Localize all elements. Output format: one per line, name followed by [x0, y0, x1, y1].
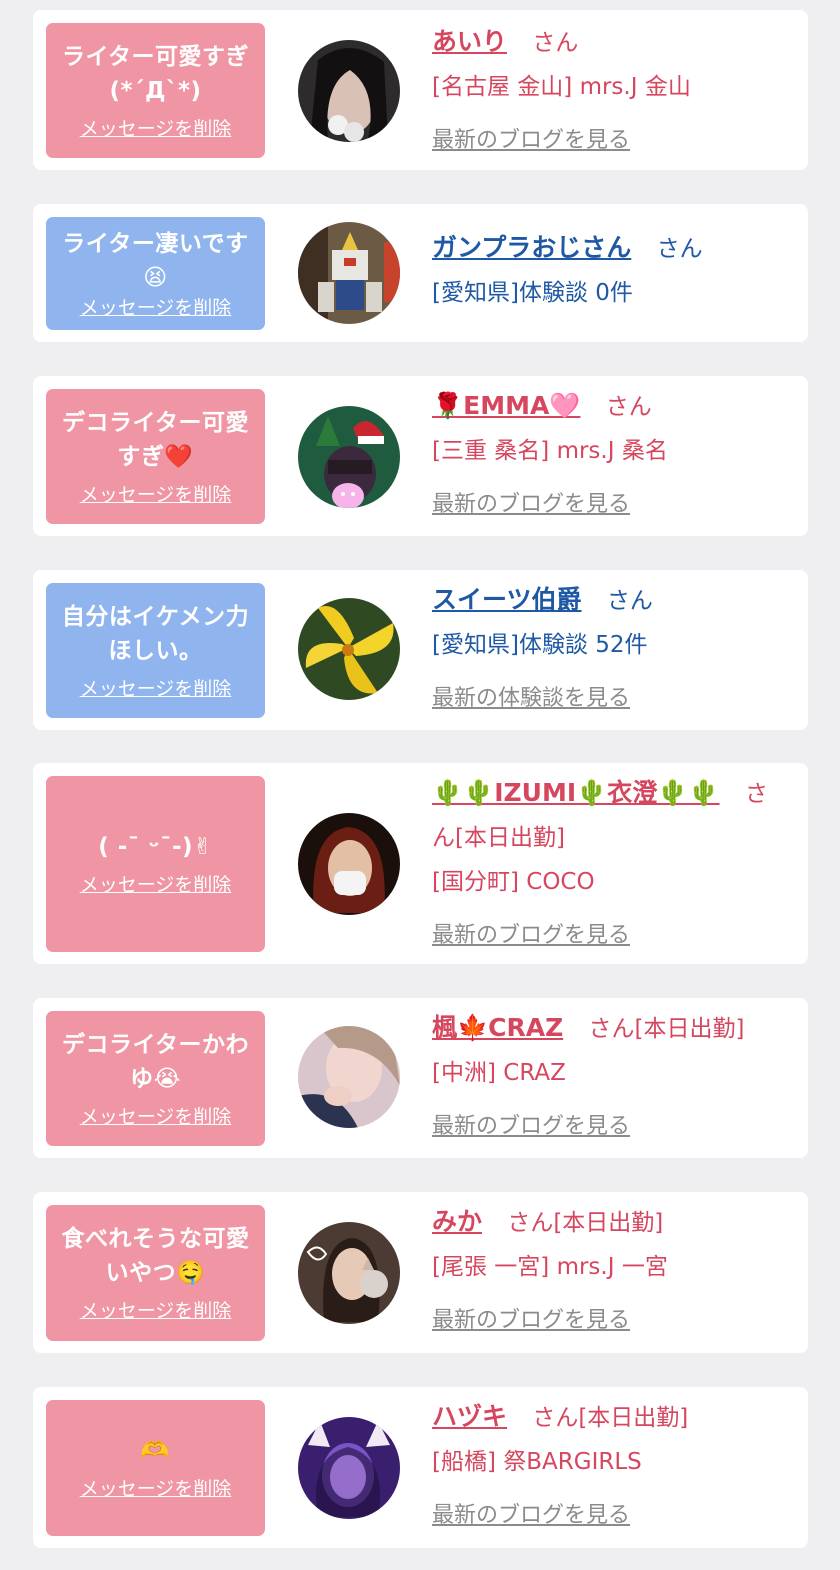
shop-info: [愛知県]体験談 0件 — [432, 280, 633, 306]
user-info: 🌹EMMA🩷 さん [三重 桑名] mrs.J 桑名 最新のブログを見る — [432, 384, 780, 527]
latest-blog-link[interactable]: 最新のブログを見る — [432, 483, 630, 527]
user-name-link[interactable]: みか — [432, 1207, 482, 1236]
delete-message-link[interactable]: メッセージを削除 — [80, 1298, 232, 1324]
avatar[interactable] — [298, 40, 400, 142]
user-name-link[interactable]: ガンプラおじさん — [432, 233, 631, 262]
shop-info: [国分町] COCO — [432, 869, 595, 895]
avatar[interactable] — [298, 598, 400, 700]
message-text: デコライター可愛すぎ❤️ — [61, 409, 250, 470]
message-text: デコライターかわゆ😭 — [61, 1031, 250, 1092]
delete-message-link[interactable]: メッセージを削除 — [80, 1476, 232, 1502]
user-info: ガンプラおじさん さん [愛知県]体験談 0件 — [432, 226, 780, 315]
user-info: 楓🍁CRAZ さん[本日出勤] [中洲] CRAZ 最新のブログを見る — [432, 1006, 780, 1149]
honorific-continued: ん[本日出勤] — [432, 825, 565, 851]
user-info: ハヅキ さん[本日出勤] [船橋] 祭BARGIRLS 最新のブログを見る — [432, 1395, 780, 1538]
latest-blog-link[interactable]: 最新のブログを見る — [432, 1299, 630, 1343]
message-card: デコライター可愛すぎ❤️ メッセージを削除 🌹EMMA🩷 さん [三重 桑名] … — [33, 376, 808, 536]
message-bubble: ライター可愛すぎ(*´Д`*) メッセージを削除 — [46, 23, 265, 158]
user-info: あいり さん [名古屋 金山] mrs.J 金山 最新のブログを見る — [432, 20, 780, 163]
honorific: さん[本日出勤] — [532, 1405, 689, 1431]
shop-info: [尾張 一宮] mrs.J 一宮 — [432, 1254, 668, 1280]
honorific: さん — [605, 394, 652, 420]
message-bubble: 🫶 メッセージを削除 — [46, 1400, 265, 1536]
honorific: さ — [744, 781, 768, 807]
user-name-link[interactable]: 楓🍁CRAZ — [432, 1013, 563, 1042]
message-text: 食べれそうな可愛いやつ🤤 — [61, 1226, 250, 1286]
delete-message-link[interactable]: メッセージを削除 — [80, 1104, 232, 1130]
latest-blog-link[interactable]: 最新のブログを見る — [432, 914, 630, 958]
honorific: さん — [532, 30, 579, 56]
message-card: 自分はイケメン力ほしい。 メッセージを削除 スイーツ伯爵 さん [愛知県]体験談… — [33, 570, 808, 730]
honorific: さん — [656, 236, 703, 262]
latest-experience-link[interactable]: 最新の体験談を見る — [432, 677, 630, 721]
avatar[interactable] — [298, 1417, 400, 1519]
message-card: ライター可愛すぎ(*´Д`*) メッセージを削除 あいり さん [名古屋 金山]… — [33, 10, 808, 170]
avatar[interactable] — [298, 406, 400, 508]
user-name-link[interactable]: 🌵🌵IZUMI🌵衣澄🌵🌵 — [432, 778, 720, 807]
shop-info: [三重 桑名] mrs.J 桑名 — [432, 438, 668, 464]
message-bubble: 自分はイケメン力ほしい。 メッセージを削除 — [46, 583, 265, 718]
latest-blog-link[interactable]: 最新のブログを見る — [432, 1494, 630, 1538]
user-name-link[interactable]: ハヅキ — [432, 1402, 507, 1431]
message-text: 🫶 — [140, 1438, 171, 1464]
message-card: 🫶 メッセージを削除 ハヅキ さん[本日出勤] [船橋] 祭BARGIRLS 最… — [33, 1387, 808, 1548]
message-bubble: 食べれそうな可愛いやつ🤤 メッセージを削除 — [46, 1205, 265, 1341]
avatar[interactable] — [298, 1222, 400, 1324]
message-card: ( -ˉ ᵕˉ-)✌ メッセージを削除 🌵🌵IZUMI🌵衣澄🌵🌵 さ ん[本日出… — [33, 763, 808, 964]
delete-message-link[interactable]: メッセージを削除 — [80, 482, 232, 508]
message-card: 食べれそうな可愛いやつ🤤 メッセージを削除 みか さん[本日出勤] [尾張 一宮… — [33, 1192, 808, 1353]
shop-info: [中洲] CRAZ — [432, 1060, 566, 1086]
user-name-link[interactable]: あいり — [432, 27, 507, 56]
message-text: ライター可愛すぎ(*´Д`*) — [61, 43, 250, 104]
delete-message-link[interactable]: メッセージを削除 — [80, 676, 232, 702]
delete-message-link[interactable]: メッセージを削除 — [80, 116, 232, 142]
user-info: 🌵🌵IZUMI🌵衣澄🌵🌵 さ ん[本日出勤] [国分町] COCO 最新のブログ… — [432, 771, 780, 958]
latest-blog-link[interactable]: 最新のブログを見る — [432, 1105, 630, 1149]
latest-blog-link[interactable]: 最新のブログを見る — [432, 119, 630, 163]
delete-message-link[interactable]: メッセージを削除 — [80, 295, 232, 321]
message-text: ( -ˉ ᵕˉ-)✌ — [98, 834, 213, 860]
message-card: ライター凄いです😫 メッセージを削除 ガンプラおじさん さん [愛知県]体験談 … — [33, 204, 808, 342]
shop-info: [愛知県]体験談 52件 — [432, 632, 648, 658]
message-bubble: ( -ˉ ᵕˉ-)✌ メッセージを削除 — [46, 776, 265, 952]
message-bubble: デコライターかわゆ😭 メッセージを削除 — [46, 1011, 265, 1146]
shop-info: [名古屋 金山] mrs.J 金山 — [432, 74, 691, 100]
user-info: スイーツ伯爵 さん [愛知県]体験談 52件 最新の体験談を見る — [432, 578, 780, 721]
user-name-link[interactable]: スイーツ伯爵 — [432, 585, 582, 614]
message-card: デコライターかわゆ😭 メッセージを削除 楓🍁CRAZ さん[本日出勤] [中洲]… — [33, 998, 808, 1158]
message-text: ライター凄いです😫 — [62, 230, 249, 291]
avatar[interactable] — [298, 813, 400, 915]
user-info: みか さん[本日出勤] [尾張 一宮] mrs.J 一宮 最新のブログを見る — [432, 1200, 780, 1343]
shop-info: [船橋] 祭BARGIRLS — [432, 1449, 642, 1475]
message-text: 自分はイケメン力ほしい。 — [61, 603, 250, 664]
delete-message-link[interactable]: メッセージを削除 — [80, 872, 232, 898]
honorific: さん[本日出勤] — [507, 1210, 664, 1236]
honorific: さん — [606, 588, 653, 614]
user-name-link[interactable]: 🌹EMMA🩷 — [432, 391, 580, 420]
message-bubble: ライター凄いです😫 メッセージを削除 — [46, 217, 265, 330]
avatar[interactable] — [298, 222, 400, 324]
message-bubble: デコライター可愛すぎ❤️ メッセージを削除 — [46, 389, 265, 524]
avatar[interactable] — [298, 1026, 400, 1128]
honorific: さん[本日出勤] — [588, 1016, 745, 1042]
